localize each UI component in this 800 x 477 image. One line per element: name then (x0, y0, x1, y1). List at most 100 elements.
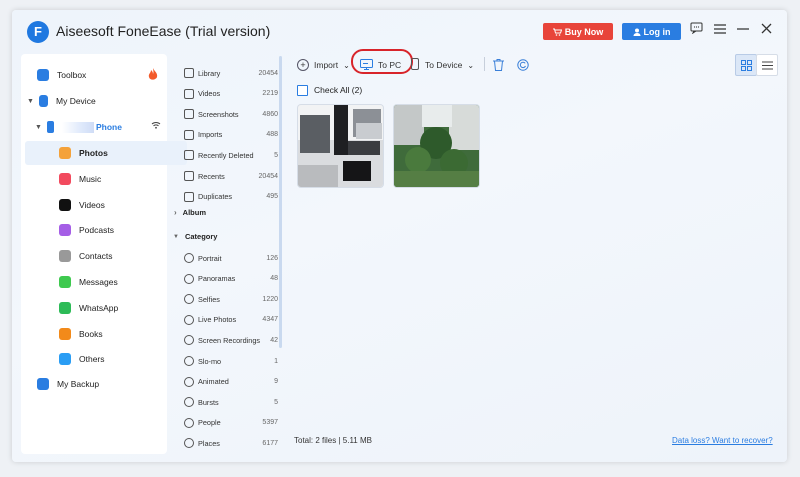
recover-link[interactable]: Data loss? Want to recover? (672, 436, 773, 445)
sidebar-item-others[interactable]: Others (25, 347, 187, 371)
sidebar-item-contacts[interactable]: Contacts (25, 244, 187, 268)
list-icon (761, 61, 773, 69)
photo-thumbnail[interactable] (298, 105, 383, 187)
photo-list-item[interactable]: Recently Deleted 5 (170, 146, 278, 164)
photo-list-label: Recents (198, 171, 225, 181)
buy-now-button[interactable]: Buy Now (543, 23, 613, 40)
sidebar-item-music[interactable]: Music (25, 167, 187, 191)
phone-icon (47, 121, 54, 133)
list-view-button[interactable] (756, 54, 778, 76)
category-list-item[interactable]: Screen Recordings 42 (170, 331, 278, 349)
photo-list-item[interactable]: Videos 2219 (170, 85, 278, 103)
whatsapp-icon (59, 301, 71, 314)
photo-list-item[interactable]: Library 20454 (170, 64, 278, 82)
sidebar-item-videos[interactable]: Videos (25, 193, 187, 217)
feedback-icon[interactable] (687, 21, 705, 39)
category-list-item[interactable]: People 5397 (170, 414, 278, 432)
sidebar-item-label: Videos (79, 199, 105, 210)
category-list-item[interactable]: Selfies 1220 (170, 290, 278, 308)
to-pc-highlight (351, 49, 413, 74)
my-backup-label: My Backup (57, 379, 100, 389)
sidebar-item-books[interactable]: Books (25, 322, 187, 346)
photo-list-count: 2219 (262, 90, 278, 98)
category-label: Live Photos (198, 315, 237, 325)
list-scrollbar[interactable] (279, 56, 282, 348)
photo-list-item[interactable]: Duplicates 495 (170, 188, 278, 206)
podcasts-icon (59, 224, 71, 237)
category-label: Places (198, 438, 220, 448)
photo-list-item[interactable]: Recents 20454 (170, 167, 278, 185)
category-count: 4347 (262, 316, 278, 324)
grid-icon (740, 59, 752, 71)
category-count: 48 (270, 275, 278, 283)
to-device-button[interactable]: To Device ⌄ (411, 56, 474, 74)
photo-list-label: Library (198, 68, 221, 78)
category-list-item[interactable]: Places 6177 (170, 434, 278, 452)
photo-list-count: 5 (274, 151, 278, 159)
category-list-item[interactable]: Portrait 126 (170, 249, 278, 267)
category-count: 5397 (262, 419, 278, 427)
import-label: Import (314, 60, 339, 70)
photo-list-label: Imports (198, 130, 223, 140)
import-button[interactable]: + Import ⌄ (297, 56, 350, 74)
album-section[interactable]: › Album (174, 208, 206, 217)
sidebar-item-my-device[interactable]: ▼ My Device (21, 89, 173, 113)
messages-icon (59, 276, 71, 288)
sidebar-item-label: WhatsApp (79, 302, 119, 313)
category-list-item[interactable]: Bursts 5 (170, 393, 278, 411)
sidebar-item-whatsapp[interactable]: WhatsApp (25, 296, 187, 320)
flame-icon (148, 68, 158, 83)
plus-icon: + (297, 59, 309, 71)
device-icon (39, 95, 48, 107)
photo-list-label: Recently Deleted (198, 150, 254, 160)
photo-list-item[interactable]: Screenshots 4860 (170, 105, 278, 123)
title-bar: F Aiseesoft FoneEase (Trial version) Buy… (12, 10, 787, 54)
check-all-checkbox[interactable] (297, 85, 308, 96)
photo-list-count: 4860 (262, 110, 278, 118)
minimize-icon[interactable] (734, 21, 752, 39)
my-device-label: My Device (56, 96, 96, 106)
category-list-item[interactable]: Live Photos 4347 (170, 311, 278, 329)
category-count: 1220 (262, 295, 278, 303)
menu-icon[interactable] (711, 21, 729, 39)
category-count: 9 (274, 378, 278, 386)
login-button[interactable]: Log in (622, 23, 681, 40)
category-count: 42 (270, 336, 278, 344)
sidebar-item-photos[interactable]: Photos (25, 141, 187, 165)
photo-list-count: 495 (266, 193, 278, 201)
grid-view-button[interactable] (735, 54, 757, 76)
sidebar-item-my-backup[interactable]: My Backup (21, 372, 183, 396)
device-row[interactable]: ▼ Phone (21, 115, 181, 139)
category-section[interactable]: ▼ Category (173, 232, 217, 241)
delete-icon[interactable] (493, 56, 504, 74)
category-list-item[interactable]: Panoramas 48 (170, 270, 278, 288)
category-list-item[interactable]: Slo-mo 1 (170, 352, 278, 370)
photo-list-label: Videos (198, 89, 221, 99)
category-list-item[interactable]: Animated 9 (170, 373, 278, 391)
refresh-icon[interactable] (517, 56, 529, 74)
chevron-right-icon: › (174, 208, 177, 217)
close-icon[interactable] (757, 21, 775, 39)
login-label: Log in (643, 26, 671, 37)
sidebar-item-messages[interactable]: Messages (25, 270, 187, 294)
photo-category-list: Library 20454 Videos 2219 Screenshots 4860 Imp… (170, 54, 288, 454)
category-label: People (198, 418, 221, 428)
folder-icon (184, 88, 194, 99)
cart-icon (552, 28, 562, 36)
home-icon (37, 69, 49, 81)
photo-list-item[interactable]: Imports 488 (170, 126, 278, 144)
folder-icon (184, 191, 194, 202)
folder-icon (184, 171, 194, 181)
to-device-label: To Device (425, 60, 463, 70)
app-title: Aiseesoft FoneEase (Trial version) (56, 23, 271, 39)
photo-list-count: 20454 (258, 69, 278, 77)
category-label: Panoramas (198, 274, 236, 284)
sidebar-item-toolbox[interactable]: Toolbox (21, 63, 183, 87)
phone-export-icon (411, 58, 419, 72)
folder-icon (184, 129, 194, 140)
sidebar-item-podcasts[interactable]: Podcasts (25, 218, 187, 242)
buy-now-label: Buy Now (564, 26, 604, 37)
category-count: 126 (266, 254, 278, 262)
photo-thumbnail[interactable] (394, 105, 479, 187)
photo-list-label: Duplicates (198, 192, 233, 202)
